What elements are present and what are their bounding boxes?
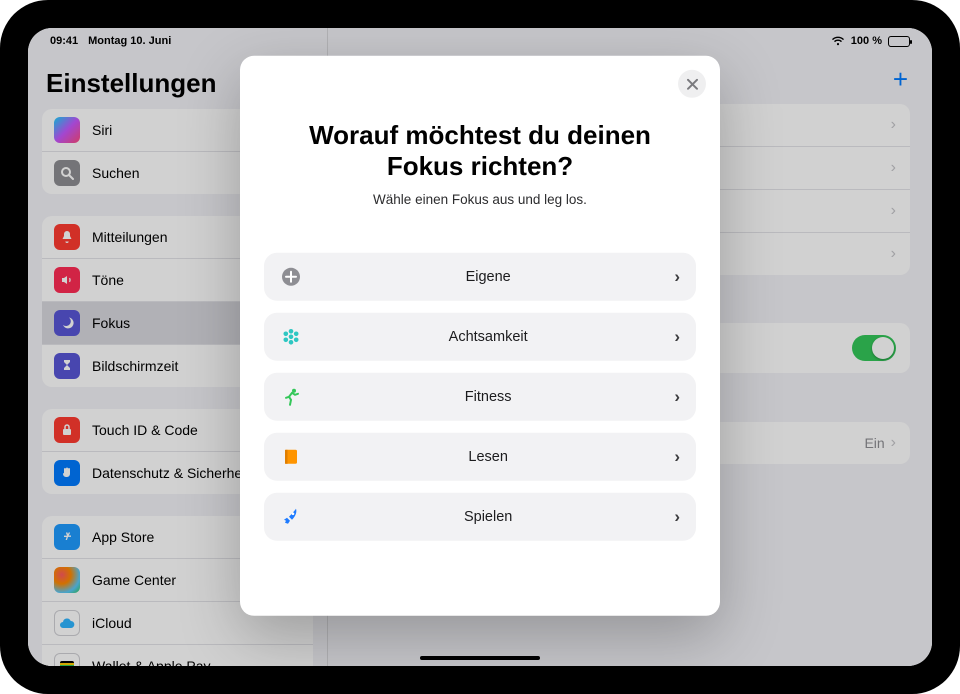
battery-pct: 100 % [851,35,882,47]
chevron-right-icon: › [674,507,680,527]
modal-subtitle: Wähle einen Fokus aus und leg los. [264,192,696,207]
focus-option-reading[interactable]: Lesen › [264,433,696,481]
option-label: Achtsamkeit [302,329,674,345]
status-bar: 09:41 Montag 10. Juni 100 % [28,28,932,50]
chevron-right-icon: › [674,387,680,407]
screen: 09:41 Montag 10. Juni 100 % Einstellunge… [28,28,932,666]
flower-icon [280,327,302,347]
chevron-right-icon: › [674,327,680,347]
chevron-right-icon: › [674,447,680,467]
focus-option-gaming[interactable]: Spielen › [264,493,696,541]
runner-icon [280,387,302,407]
chevron-right-icon: › [674,267,680,287]
status-time: 09:41 [50,35,78,47]
option-label: Fitness [302,389,674,405]
status-date: Montag 10. Juni [88,35,171,47]
close-icon [687,78,698,89]
book-icon [280,448,302,466]
focus-picker-modal: Worauf möchtest du deinen Fokus richten?… [240,56,720,616]
focus-option-mindfulness[interactable]: Achtsamkeit › [264,313,696,361]
close-button[interactable] [678,70,706,98]
plus-circle-icon [280,267,302,287]
battery-icon [888,36,910,47]
modal-title: Worauf möchtest du deinen Fokus richten? [264,120,696,182]
focus-options: Eigene › Achtsamkeit › Fitness › [264,253,696,541]
option-label: Lesen [302,449,674,465]
ipad-frame: 09:41 Montag 10. Juni 100 % Einstellunge… [0,0,960,694]
focus-option-custom[interactable]: Eigene › [264,253,696,301]
home-indicator[interactable] [420,656,540,660]
option-label: Spielen [302,509,674,525]
focus-option-fitness[interactable]: Fitness › [264,373,696,421]
rocket-icon [280,507,302,527]
wifi-icon [831,36,845,46]
option-label: Eigene [302,269,674,285]
